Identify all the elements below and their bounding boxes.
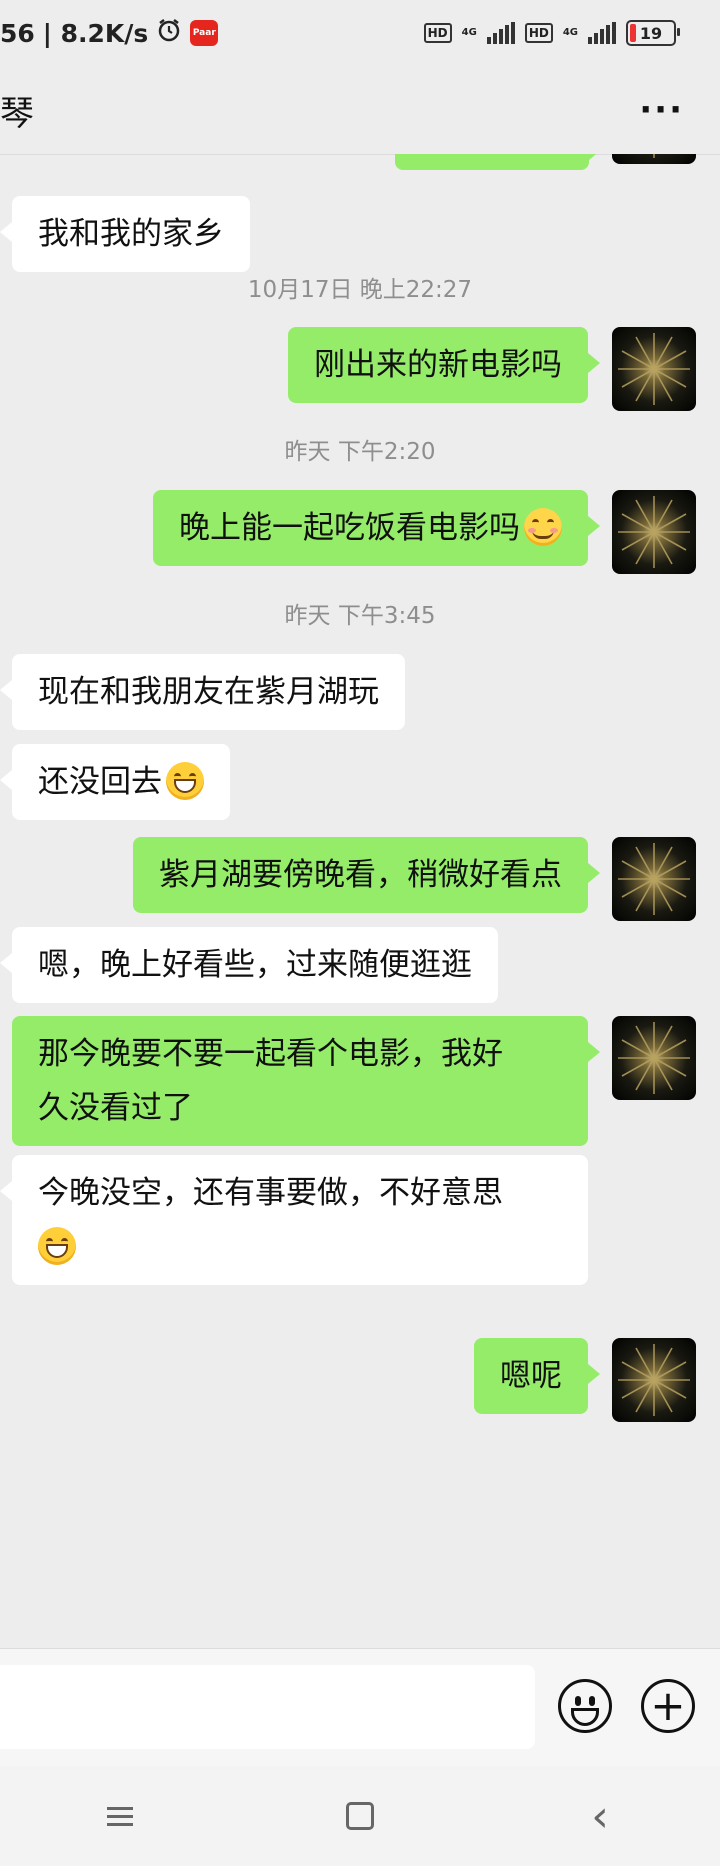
system-navigation-bar: ‹ — [0, 1766, 720, 1866]
home-button[interactable] — [310, 1786, 410, 1846]
battery-level: 19 — [639, 23, 663, 43]
hd-indicator-2: HD — [524, 23, 553, 43]
more-options-button[interactable]: ··· — [639, 90, 684, 130]
message-bubble-incoming[interactable]: 我和我的家乡 — [0, 196, 250, 272]
message-bubble-incoming[interactable]: 现在和我朋友在紫月湖玩 — [0, 654, 405, 730]
user-avatar[interactable] — [612, 837, 696, 921]
back-icon: ‹ — [591, 1790, 609, 1842]
notification-app-icon: Paar — [190, 20, 219, 46]
message-text: 嗯，晚上好看些，过来随便逛逛 — [38, 947, 472, 983]
alarm-clock-icon — [156, 17, 182, 49]
emoji-button[interactable] — [558, 1679, 612, 1733]
menu-button[interactable] — [70, 1786, 170, 1846]
status-right: HD 4G HD 4G 19 — [423, 20, 680, 46]
message-text: 我和我的家乡 — [38, 216, 224, 252]
message-timestamp: 昨天 下午3:45 — [284, 603, 436, 629]
message-input[interactable] — [0, 1665, 535, 1749]
battery-icon: 19 — [626, 20, 680, 46]
message-bubble-outgoing[interactable]: 那今晚要不要一起看个电影，我好 久没看过了 — [12, 1016, 600, 1146]
user-avatar[interactable] — [612, 154, 696, 164]
message-text-line-1: 今晚没空，还有事要做，不好意思 — [38, 1175, 503, 1211]
chat-header: 琴 ··· — [0, 66, 720, 155]
message-list[interactable]: 我和我的家乡 10月17日 晚上22:27 刚出来的新电影吗 昨天 下午2:20… — [0, 154, 720, 1648]
user-avatar[interactable] — [612, 490, 696, 574]
message-text: 刚出来的新电影吗 — [314, 347, 562, 383]
user-avatar[interactable] — [612, 327, 696, 411]
starburst-icon — [653, 154, 655, 158]
chat-title: 琴 — [0, 93, 34, 134]
user-avatar[interactable] — [612, 1016, 696, 1100]
starburst-icon — [618, 496, 690, 568]
message-bubble-outgoing-cut[interactable] — [395, 154, 601, 170]
hd-indicator: HD — [423, 23, 452, 43]
grinning-emoji-icon — [166, 762, 204, 800]
network-speed: | 8.2K/s — [42, 18, 149, 48]
message-text-line-1: 那今晚要不要一起看个电影，我好 — [38, 1036, 503, 1072]
network-type: 4G — [461, 27, 477, 38]
starburst-icon — [618, 333, 690, 405]
message-bubble-outgoing[interactable]: 嗯呢 — [474, 1338, 600, 1414]
status-left: 56 | 8.2K/s Paar — [0, 17, 219, 49]
message-text: 晚上能一起吃饭看电影吗 — [179, 510, 520, 546]
status-time: 56 — [0, 18, 35, 48]
message-timestamp: 昨天 下午2:20 — [284, 439, 436, 465]
network-type-2: 4G — [562, 27, 578, 38]
back-button[interactable]: ‹ — [550, 1786, 650, 1846]
starburst-icon — [618, 1022, 690, 1094]
message-bubble-incoming[interactable]: 还没回去 — [0, 744, 230, 820]
message-bubble-incoming[interactable]: 嗯，晚上好看些，过来随便逛逛 — [0, 927, 498, 1003]
message-text: 紫月湖要傍晚看，稍微好看点 — [159, 857, 562, 893]
status-bar: 56 | 8.2K/s Paar HD 4G HD 4G 19 — [0, 0, 720, 66]
starburst-icon — [618, 843, 690, 915]
starburst-icon — [618, 1344, 690, 1416]
message-text: 嗯呢 — [500, 1358, 562, 1394]
message-timestamp: 10月17日 晚上22:27 — [247, 277, 473, 303]
message-bubble-outgoing[interactable]: 紫月湖要傍晚看，稍微好看点 — [133, 837, 600, 913]
message-text-line-2: 久没看过了 — [38, 1090, 193, 1126]
message-text: 现在和我朋友在紫月湖玩 — [38, 674, 379, 710]
user-avatar[interactable] — [612, 1338, 696, 1422]
signal-icon-2 — [588, 22, 616, 44]
message-bubble-outgoing[interactable]: 晚上能一起吃饭看电影吗 — [153, 490, 600, 566]
input-bar: + — [0, 1648, 720, 1767]
menu-icon — [107, 1802, 133, 1831]
more-functions-button[interactable]: + — [641, 1679, 695, 1733]
smiling-blush-emoji-icon — [524, 508, 562, 546]
home-icon — [346, 1802, 374, 1830]
message-text: 还没回去 — [38, 764, 162, 800]
message-bubble-outgoing[interactable]: 刚出来的新电影吗 — [288, 327, 600, 403]
signal-icon — [486, 22, 515, 44]
grinning-emoji-icon — [38, 1227, 76, 1265]
message-bubble-incoming[interactable]: 今晚没空，还有事要做，不好意思 — [0, 1155, 588, 1285]
